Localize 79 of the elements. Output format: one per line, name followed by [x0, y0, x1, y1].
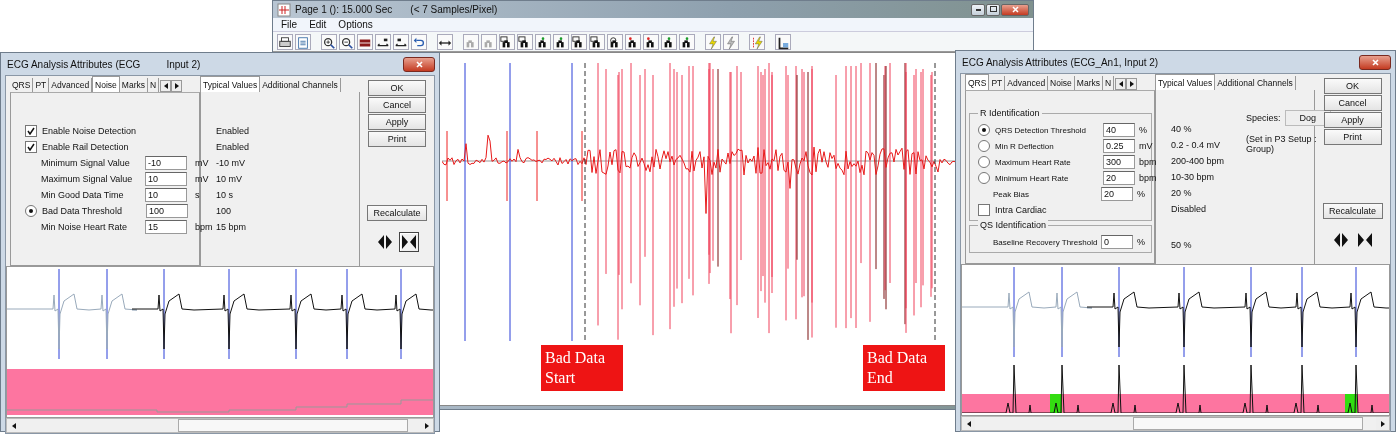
field-label: Enable Noise Detection — [42, 126, 137, 136]
unit-label: s — [195, 190, 200, 200]
dialog-button[interactable]: Apply — [1323, 112, 1382, 128]
value-field[interactable]: 40 — [1103, 123, 1135, 137]
tab[interactable]: Additional Channels — [1215, 76, 1296, 90]
value-field[interactable]: -10 — [145, 156, 187, 170]
typical-value: 10-30 bpm — [1171, 172, 1215, 182]
typical-value: -10 mV — [216, 158, 245, 168]
dialog-title: ECG Analysis Attributes (ECG_An1, Input 2) — [962, 56, 1159, 68]
typical-value: 20 % — [1171, 188, 1192, 198]
field-label: Enable Rail Detection — [42, 142, 129, 152]
field-label: Peak Bias — [993, 189, 1031, 199]
dialog-button[interactable]: OK — [1323, 78, 1382, 94]
typical-value: 100 — [216, 206, 232, 216]
menu-item[interactable]: Options — [338, 19, 373, 30]
value-field[interactable]: 10 — [145, 172, 187, 186]
value-field[interactable]: 0 — [1101, 235, 1133, 249]
unit-label: mV — [1139, 141, 1153, 151]
typical-value: Enabled — [216, 142, 250, 152]
typical-value: 10 s — [216, 190, 233, 200]
field-label: Minimum Signal Value — [41, 158, 131, 168]
unit-label: bpm — [1139, 157, 1157, 167]
tab[interactable]: QRS — [965, 74, 990, 90]
unit-label: bpm — [1139, 173, 1157, 183]
field-label: Baseline Recovery Threshold — [993, 237, 1099, 247]
value-field[interactable]: 20 — [1103, 171, 1135, 185]
tab[interactable]: Typical Values — [1155, 74, 1216, 90]
value-field[interactable]: 100 — [146, 204, 188, 218]
unit-label: % — [1137, 189, 1145, 199]
field-label: Min Noise Heart Rate — [41, 222, 129, 232]
group-title: QS Identification — [978, 220, 1049, 230]
recalculate-button[interactable]: Recalculate — [367, 205, 427, 221]
typical-value: 50 % — [1171, 240, 1192, 250]
value-field[interactable]: 0.25 — [1103, 139, 1135, 153]
dialog-button[interactable]: Print — [368, 131, 426, 147]
annotation-label: Bad Data Start — [541, 345, 623, 391]
tab[interactable]: Typical Values — [200, 76, 261, 92]
field-label: Intra Cardiac — [995, 205, 1047, 215]
unit-label: bpm — [195, 222, 213, 232]
species-note: (Set in P3 Setup : Group) — [1246, 134, 1318, 154]
typical-value: 10 mV — [216, 174, 242, 184]
tab[interactable]: Additional Channels — [260, 78, 341, 92]
typical-value: 40 % — [1171, 124, 1192, 134]
typical-value: Disabled — [1171, 204, 1207, 214]
dialog-button[interactable]: Cancel — [368, 97, 426, 113]
group-title: R Identification — [978, 108, 1042, 118]
field-label: QRS Detection Threshold — [995, 125, 1087, 135]
field-label: Min Good Data Time — [41, 190, 125, 200]
unit-label: % — [1139, 125, 1147, 135]
tab[interactable]: Noise — [92, 76, 120, 92]
recalculate-button[interactable]: Recalculate — [1322, 203, 1383, 219]
window-title: Page 1 (): 15.000 Sec — [295, 4, 393, 15]
unit-label: mV — [195, 174, 209, 184]
species-label: Species: — [1246, 113, 1281, 123]
dialog-button[interactable]: Apply — [368, 114, 426, 130]
field-label: Minimum Heart Rate — [995, 173, 1070, 183]
typical-value: 0.2 - 0.4 mV — [1171, 140, 1221, 150]
field-label: Bad Data Threshold — [42, 206, 123, 216]
dialog-title: ECG Analysis Attributes (ECG — [7, 58, 141, 70]
value-field[interactable]: 10 — [145, 188, 187, 202]
dialog-button[interactable]: Cancel — [1323, 95, 1382, 111]
typical-value: 200-400 bpm — [1171, 156, 1225, 166]
unit-label: mV — [195, 158, 209, 168]
value-field[interactable]: 20 — [1101, 187, 1133, 201]
value-field[interactable]: 15 — [145, 220, 187, 234]
menu-item[interactable]: File — [281, 19, 298, 30]
annotation-label: Bad Data End — [863, 345, 945, 391]
typical-value: 15 bpm — [216, 222, 247, 232]
field-label: Maximum Heart Rate — [995, 157, 1072, 167]
dialog-button[interactable]: Print — [1323, 129, 1382, 145]
dialog-button[interactable]: OK — [368, 80, 426, 96]
value-field[interactable]: 300 — [1103, 155, 1135, 169]
unit-label: % — [1137, 237, 1145, 247]
field-label: Maximum Signal Value — [41, 174, 134, 184]
typical-value: Enabled — [216, 126, 250, 136]
menu-item[interactable]: Edit — [309, 19, 327, 30]
dialog-title-suffix: Input 2) — [166, 58, 201, 70]
window-subtitle: (< 7 Samples/Pixel) — [410, 4, 498, 15]
field-label: Min R Deflection — [995, 141, 1055, 151]
